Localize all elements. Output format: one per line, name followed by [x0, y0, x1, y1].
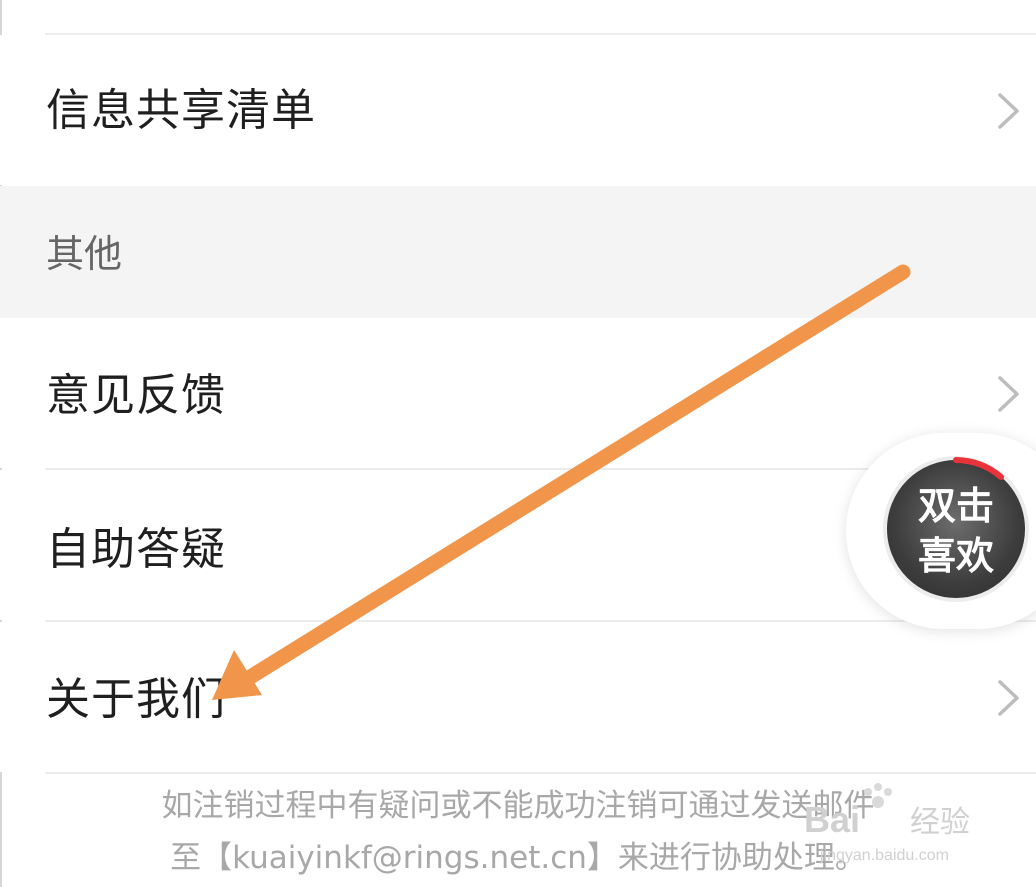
like-progress-ring	[953, 457, 1004, 480]
menu-item-about-us-label: 关于我们	[46, 674, 226, 725]
menu-item-share-list-label: 信息共享清单	[46, 85, 316, 136]
menu-item-feedback-label: 意见反馈	[46, 370, 226, 421]
chevron-right-icon	[998, 93, 1019, 129]
like-button-line1: 双击	[917, 484, 994, 528]
like-button-line2: 喜欢	[917, 534, 994, 578]
section-label-other: 其他	[46, 232, 123, 276]
menu-item-share-list[interactable]: 信息共享清单	[0, 35, 1036, 185]
menu-item-self-help-label: 自助答疑	[46, 524, 226, 575]
menu-item-about-us[interactable]: 关于我们	[0, 622, 1036, 772]
baidu-watermark-logo: Bai 经验 jingyan.baidu.com	[804, 783, 970, 864]
watermark-brand-suffix: 经验	[910, 806, 970, 839]
chevron-right-icon	[998, 680, 1019, 716]
watermark-url: jingyan.baidu.com	[819, 847, 949, 864]
menu-item-feedback[interactable]: 意见反馈	[0, 318, 1036, 468]
section-header-other	[0, 186, 1036, 318]
watermark-brand: Bai	[804, 799, 860, 840]
chevron-right-icon	[998, 376, 1019, 412]
row-divider	[45, 772, 1036, 774]
